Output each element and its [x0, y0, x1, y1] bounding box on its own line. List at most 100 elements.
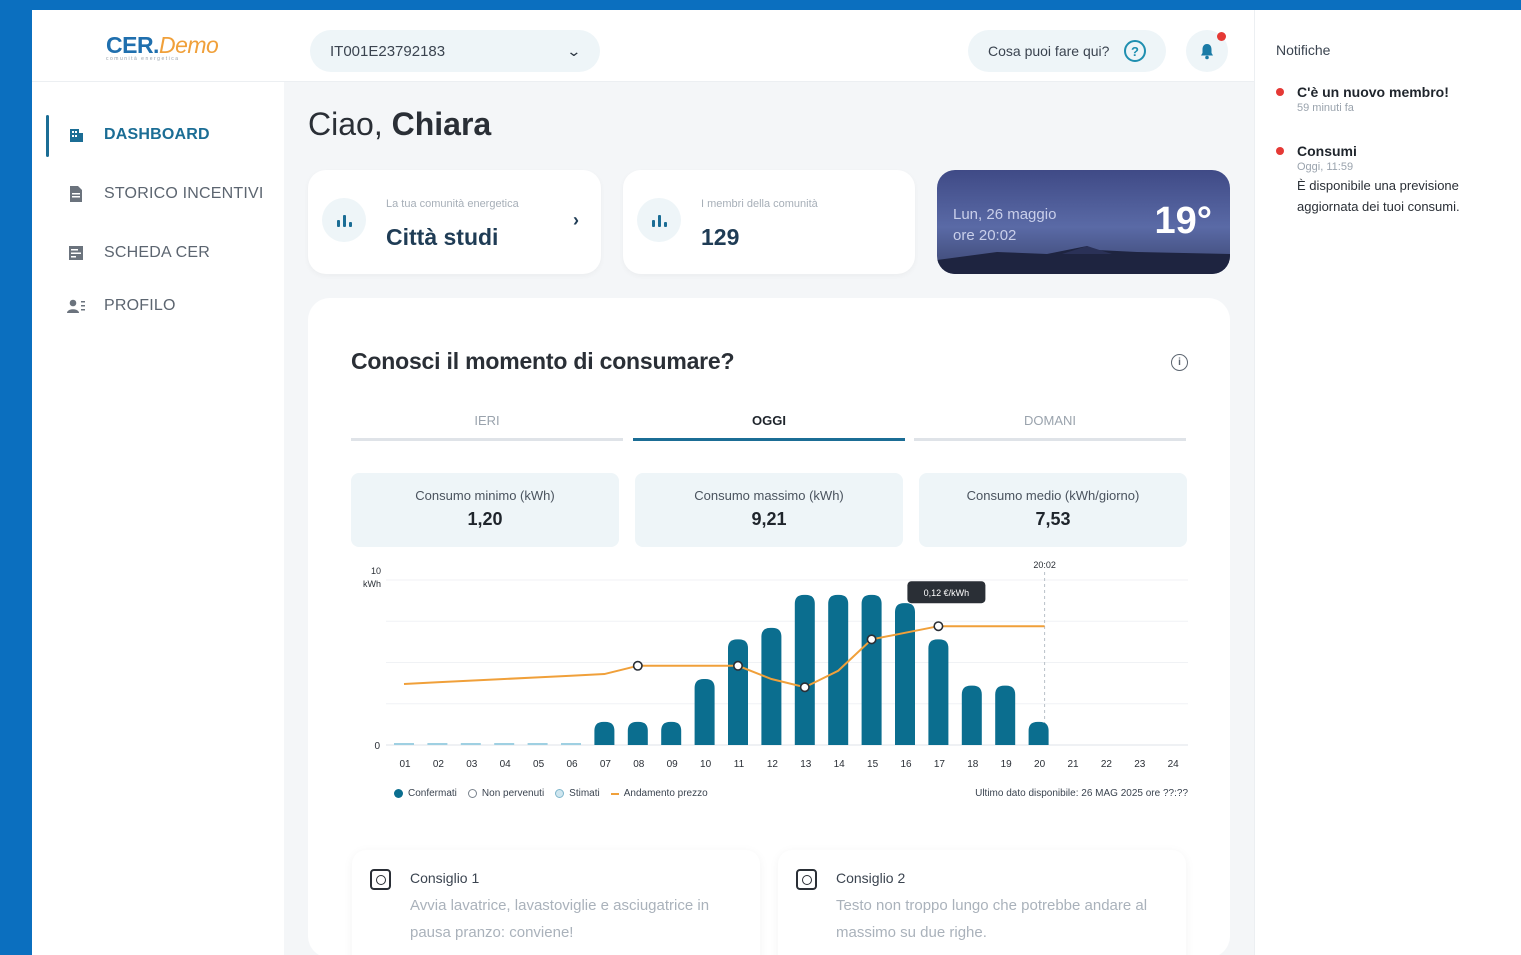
- chevron-right-icon: ›: [573, 210, 579, 230]
- bar: [761, 627, 782, 745]
- x-tick-label: 09: [667, 759, 679, 770]
- x-tick-label: 24: [1168, 759, 1180, 770]
- info-icon[interactable]: i: [1171, 354, 1188, 371]
- weather-date: Lun, 26 maggio ore 20:02: [953, 206, 1057, 244]
- bar-chart-icon: [637, 198, 681, 242]
- unread-dot: [1276, 147, 1284, 155]
- washing-machine-icon: [796, 869, 817, 890]
- x-tick-label: 10: [700, 759, 712, 770]
- washing-machine-icon: [370, 869, 391, 890]
- question-icon: ?: [1124, 40, 1146, 62]
- bar: [861, 594, 882, 745]
- kpi-max: Consumo massimo (kWh) 9,21: [635, 473, 903, 547]
- sidebar-item-label: STORICO INCENTIVI: [104, 185, 264, 202]
- bar-chart-icon: [322, 198, 366, 242]
- consumption-title: Conosci il momento di consumare?: [351, 348, 735, 374]
- unread-dot: [1217, 32, 1226, 41]
- y-tick-label: 0: [374, 741, 380, 752]
- user-name: Chiara: [391, 106, 492, 142]
- x-tick-label: 22: [1101, 759, 1113, 770]
- x-tick-label: 21: [1067, 759, 1079, 770]
- tip-card-2: Consiglio 2 Testo non troppo lungo che p…: [778, 850, 1186, 955]
- notification-item[interactable]: Consumi Oggi, 11:59 È disponibile una pr…: [1276, 143, 1516, 217]
- community-name: Città studi: [386, 224, 499, 250]
- tip-title: Consiglio 2: [836, 870, 906, 886]
- bar: [995, 685, 1016, 745]
- bar: [627, 721, 648, 745]
- legend-non-pervenuti: Non pervenuti: [467, 788, 544, 799]
- pod-selector[interactable]: IT001E23792183 ⌄: [310, 30, 600, 72]
- page-title: Ciao, Chiara: [308, 106, 492, 142]
- x-tick-label: 01: [399, 759, 411, 770]
- notification-item[interactable]: C'è un nuovo membro! 59 minuti fa: [1276, 84, 1516, 114]
- help-label: Cosa puoi fare qui?: [988, 43, 1110, 59]
- price-point: [732, 660, 743, 671]
- sidebar: DASHBOARD STORICO INCENTIVI SCHEDA CER P…: [32, 82, 284, 955]
- community-card[interactable]: La tua comunità energetica Città studi ›: [308, 170, 601, 274]
- x-tick-label: 18: [967, 759, 979, 770]
- legend-confermati: Confermati: [394, 788, 457, 799]
- logo[interactable]: CER.Demo: [106, 32, 219, 59]
- bell-icon: [1201, 43, 1213, 59]
- x-tick-label: 14: [834, 759, 846, 770]
- y-tick-label: 10: [371, 566, 381, 576]
- bar: [794, 594, 815, 745]
- tab-oggi[interactable]: OGGI: [633, 413, 905, 441]
- sidebar-item-label: SCHEDA CER: [104, 244, 211, 261]
- tip-body: Avvia lavatrice, lavastoviglie e asciuga…: [410, 897, 710, 941]
- sidebar-item-profilo[interactable]: PROFILO: [66, 296, 176, 316]
- weather-temperature: 19°: [1154, 200, 1212, 242]
- sidebar-item-label: DASHBOARD: [104, 126, 210, 143]
- x-tick-label: 07: [600, 759, 612, 770]
- price-point: [799, 682, 810, 693]
- sidebar-item-storico-incentivi[interactable]: STORICO INCENTIVI: [66, 184, 264, 204]
- x-tick-label: 08: [633, 759, 645, 770]
- help-button[interactable]: Cosa puoi fare qui? ?: [968, 30, 1166, 72]
- price-point: [933, 621, 944, 632]
- members-label: I membri della comunità: [701, 198, 818, 210]
- x-tick-label: 06: [566, 759, 578, 770]
- sidebar-item-dashboard[interactable]: DASHBOARD: [66, 125, 210, 145]
- x-tick-label: 19: [1001, 759, 1013, 770]
- bar: [661, 721, 682, 745]
- x-tick-label: 13: [800, 759, 812, 770]
- sidebar-item-scheda-cer[interactable]: SCHEDA CER: [66, 243, 210, 263]
- app-window: CER.Demo comunità energetica IT001E23792…: [32, 10, 1521, 955]
- tab-ieri[interactable]: IERI: [351, 413, 623, 441]
- community-label: La tua comunità energetica: [386, 198, 519, 210]
- chart-legend: Confermati Non pervenuti Stimati Andamen…: [394, 788, 708, 799]
- x-tick-label: 11: [734, 759, 745, 770]
- weather-card: Lun, 26 maggio ore 20:02 19°: [937, 170, 1230, 274]
- tip-title: Consiglio 1: [410, 870, 480, 886]
- bar: [895, 603, 915, 745]
- x-tick-label: 05: [533, 759, 545, 770]
- document-icon: [66, 184, 86, 204]
- x-tick-label: 03: [466, 759, 478, 770]
- logo-subtitle: comunità energetica: [106, 56, 180, 62]
- sidebar-item-label: PROFILO: [104, 297, 176, 314]
- x-tick-label: 17: [934, 759, 946, 770]
- building-icon: [66, 125, 86, 145]
- price-line: [403, 625, 1045, 689]
- x-tick-label: 04: [500, 759, 512, 770]
- members-count: 129: [701, 224, 740, 250]
- now-marker-label: 20:02: [1033, 560, 1056, 570]
- tooltip-label: 0,12 €/kWh: [924, 588, 970, 598]
- x-tick-label: 23: [1134, 759, 1146, 770]
- notifications-button[interactable]: [1186, 30, 1228, 72]
- tip-card-1: Consiglio 1 Avvia lavatrice, lavastovigl…: [352, 850, 760, 955]
- price-point: [632, 660, 643, 671]
- active-indicator: [46, 115, 49, 157]
- x-tick-label: 16: [900, 759, 912, 770]
- notifications-panel: Notifiche C'è un nuovo membro! 59 minuti…: [1254, 10, 1521, 955]
- bar: [728, 639, 748, 745]
- kpi-min: Consumo minimo (kWh) 1,20: [351, 473, 619, 547]
- x-tick-label: 02: [433, 759, 445, 770]
- bar: [961, 685, 982, 745]
- notifications-title: Notifiche: [1276, 42, 1331, 58]
- consumption-card: Conosci il momento di consumare? i IERI …: [308, 298, 1230, 955]
- kpi-avg: Consumo medio (kWh/giorno) 7,53: [919, 473, 1187, 547]
- chevron-down-icon: ⌄: [566, 42, 582, 59]
- y-axis-unit: kWh: [363, 579, 381, 589]
- tab-domani[interactable]: DOMANI: [914, 413, 1186, 441]
